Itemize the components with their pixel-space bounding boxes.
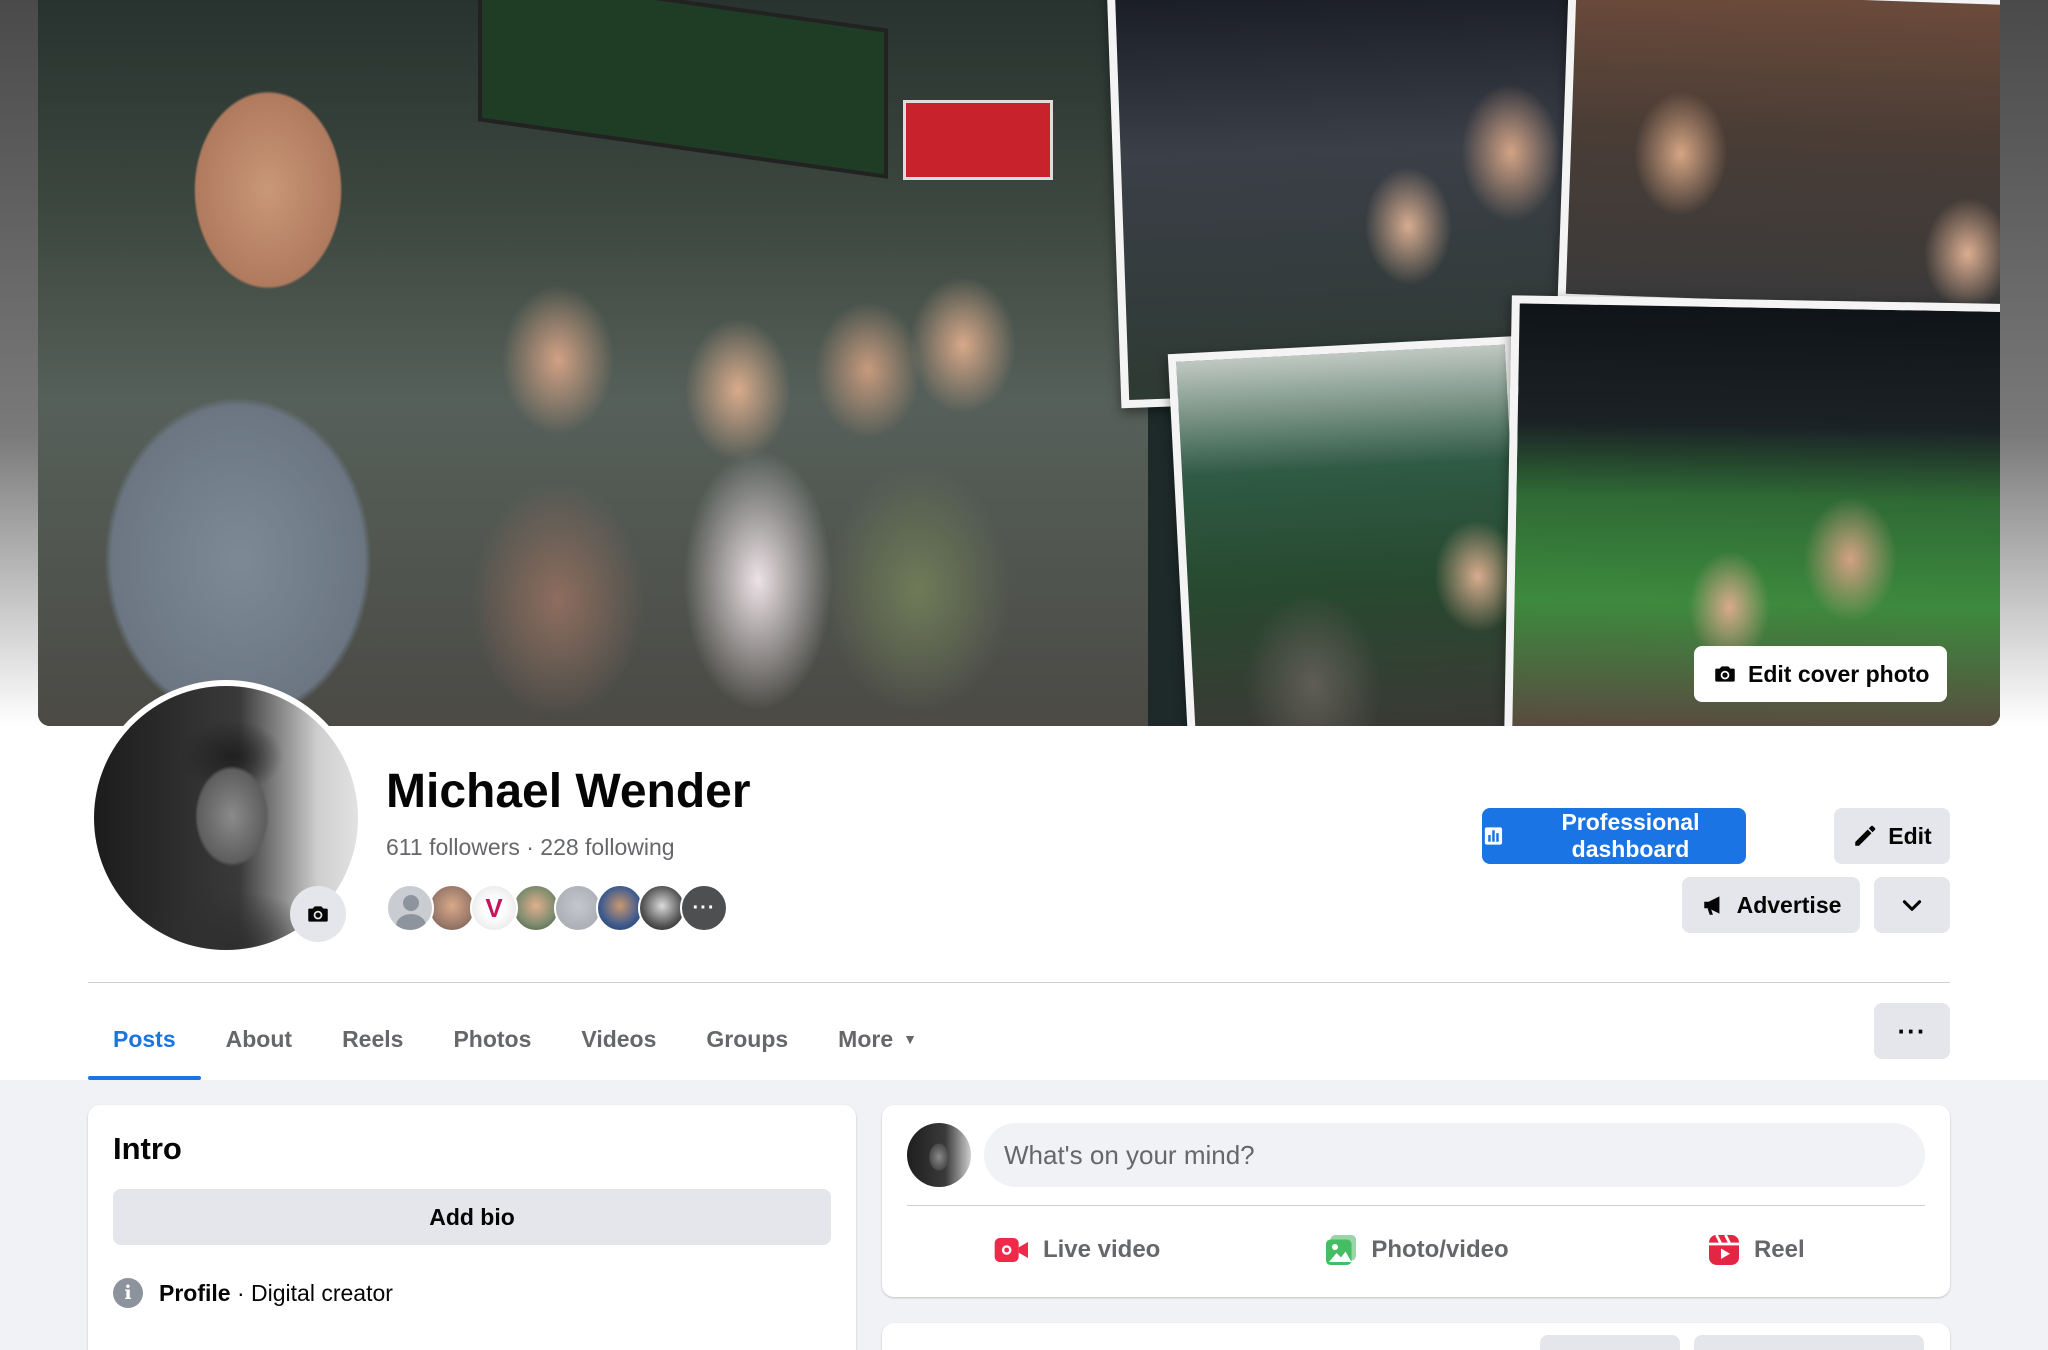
tab-label: Reels [342,1025,404,1052]
tab-label: More [838,1025,894,1052]
friend-avatar[interactable] [554,884,602,932]
profile-options-dropdown-button[interactable] [1874,877,1950,933]
cover-photo[interactable] [38,0,2000,726]
post-composer: Live video Photo/video Reel [882,1105,1950,1297]
photo-video-label: Photo/video [1371,1236,1509,1263]
photo-video-icon [1326,1235,1357,1265]
card-button[interactable] [1540,1335,1680,1350]
reel-label: Reel [1753,1236,1805,1263]
cover-collage-main-photo [38,0,1148,726]
info-icon: i [113,1278,143,1308]
tab-label: Photos [453,1025,532,1052]
cover-collage-tile [1167,336,1534,726]
composer-avatar[interactable] [907,1123,971,1187]
tab-label: Groups [706,1025,789,1052]
friends-avatars: ··· [386,884,728,932]
tab-videos[interactable]: Videos [556,998,681,1080]
professional-dashboard-label: Professional dashboard [1561,809,1700,862]
followers-count: 611 [386,834,423,860]
tab-label: About [225,1025,293,1052]
composer-actions: Live video Photo/video Reel [907,1215,1925,1285]
edit-cover-photo-button[interactable]: Edit cover photo [1694,646,1948,702]
intro-category-text: Profile · Digital creator [159,1280,393,1307]
card-button[interactable] [1694,1335,1924,1350]
manage-posts-card [882,1323,1950,1350]
add-bio-button[interactable]: Add bio [113,1189,831,1245]
edit-profile-label: Edit [1888,822,1932,849]
composer-divider [907,1205,1925,1206]
friend-avatar[interactable] [470,884,518,932]
edit-cover-photo-label: Edit cover photo [1748,660,1930,687]
tab-photos[interactable]: Photos [428,998,556,1080]
tab-more[interactable]: More ▼ [813,998,942,1080]
intro-card: Intro Add bio i Profile · Digital creato… [88,1105,856,1350]
intro-title: Intro [113,1131,182,1166]
header-divider [88,982,1950,983]
cover-sign-shape [903,100,1053,180]
followers-link[interactable]: 611 followers [386,834,520,860]
friend-avatar[interactable] [512,884,560,932]
live-video-icon [994,1238,1028,1262]
edit-profile-button[interactable]: Edit [1834,808,1950,864]
profile-label: Profile [159,1279,231,1306]
tab-about[interactable]: About [201,998,317,1080]
friend-avatar[interactable] [638,884,686,932]
profile-more-options-button[interactable]: ··· [1874,1003,1950,1059]
intro-profile-category: i Profile · Digital creator [113,1276,393,1310]
reel-icon [1708,1234,1739,1265]
live-video-label: Live video [1042,1236,1161,1263]
advertise-button[interactable]: Advertise [1682,877,1860,933]
profile-tabs: Posts About Reels Photos Videos Groups M… [88,998,942,1080]
tab-reels[interactable]: Reels [317,998,428,1080]
cover-collage-tile [1557,0,2000,319]
tab-groups[interactable]: Groups [681,998,813,1080]
follow-counts: 611 followers · 228 following [386,834,675,861]
tab-label: Videos [581,1025,657,1052]
more-friends-button[interactable]: ··· [680,884,728,932]
cover-scoreboard-shape [478,0,888,179]
friend-avatar[interactable] [596,884,644,932]
photo-video-button[interactable]: Photo/video [1246,1215,1585,1285]
profile-name: Michael Wender [386,765,751,818]
professional-dashboard-button[interactable]: Professional dashboard [1482,808,1746,864]
advertise-label: Advertise [1736,891,1842,918]
chevron-down-icon [1902,900,1922,911]
friend-avatar[interactable] [428,884,476,932]
friend-avatar[interactable] [386,884,434,932]
following-label: following [585,834,675,860]
chart-bars-icon [1484,827,1503,845]
megaphone-icon [1703,896,1719,915]
update-profile-picture-button[interactable] [290,886,346,942]
follow-separator: · [519,834,541,860]
live-video-button[interactable]: Live video [907,1215,1246,1285]
following-count: 228 [540,834,579,860]
category-value: · Digital creator [230,1279,393,1306]
tab-label: Posts [113,1025,176,1052]
whats-on-your-mind-input[interactable] [984,1123,1925,1187]
following-link[interactable]: 228 following [540,834,674,860]
tab-posts[interactable]: Posts [88,998,201,1080]
reel-button[interactable]: Reel [1586,1215,1925,1285]
pencil-icon [1855,825,1876,846]
camera-icon [308,906,328,922]
followers-label: followers [429,834,520,860]
camera-icon [1715,666,1735,682]
caret-down-icon: ▼ [903,1031,917,1047]
